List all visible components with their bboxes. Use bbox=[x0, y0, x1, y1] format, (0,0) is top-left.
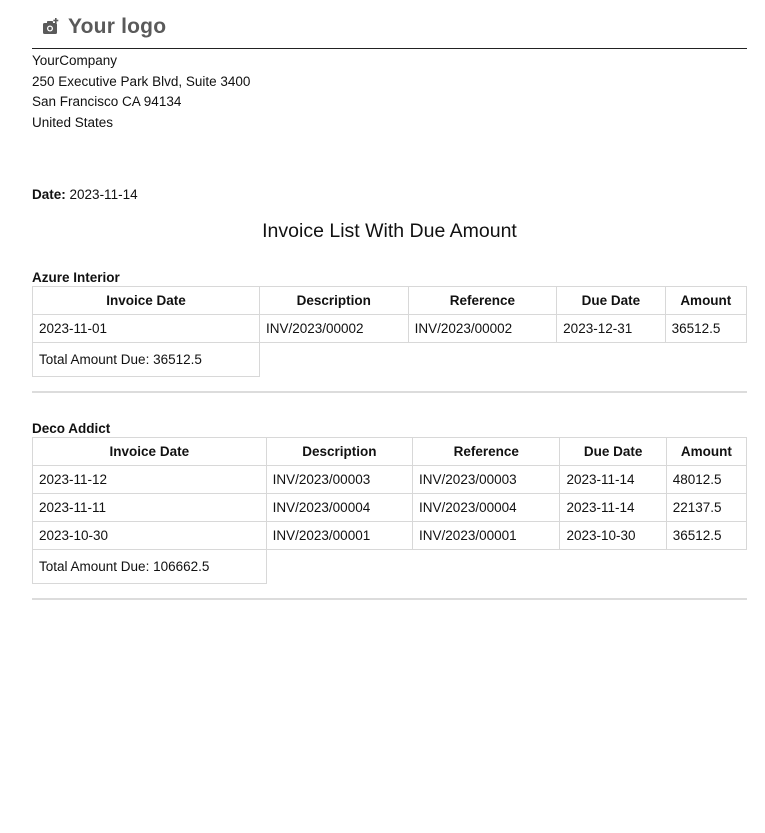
table-cell: 36512.5 bbox=[665, 521, 748, 550]
column-header: Description bbox=[258, 286, 409, 315]
table-cell: 2023-11-01 bbox=[32, 314, 260, 343]
table-cell: INV/2023/00002 bbox=[258, 314, 409, 343]
table-cell: INV/2023/00003 bbox=[412, 465, 561, 494]
table-cell: 2023-10-30 bbox=[32, 521, 267, 550]
invoice-table: Invoice Date Description Reference Due Date… bbox=[32, 437, 748, 584]
total-amount-due: Total Amount Due: 36512.5 bbox=[32, 342, 260, 377]
camera-plus-icon bbox=[42, 18, 60, 36]
partner-name: Azure Interior bbox=[32, 270, 120, 285]
table-cell: INV/2023/00001 bbox=[412, 521, 561, 550]
table-cell: 2023-12-31 bbox=[556, 314, 666, 343]
table-cell: INV/2023/00004 bbox=[412, 493, 561, 522]
total-row-spacer bbox=[259, 343, 746, 377]
table-cell: INV/2023/00004 bbox=[265, 493, 414, 522]
table-cell: 2023-11-14 bbox=[559, 465, 667, 494]
address-country: United States bbox=[32, 114, 114, 130]
column-header: Amount bbox=[665, 437, 748, 466]
partner-sections: Azure Interior Invoice Date Description Ref… bbox=[32, 270, 748, 600]
date-label: Date: bbox=[32, 187, 66, 202]
company-address: YourCompany 250 Executive Park Blvd, Sui… bbox=[32, 51, 747, 133]
table-cell: 36512.5 bbox=[664, 314, 748, 343]
table-row: 2023-11-12 INV/2023/00003 INV/2023/00003 20… bbox=[32, 465, 748, 494]
logo-text: Your logo bbox=[68, 15, 167, 38]
table-header-row: Invoice Date Description Reference Due Date… bbox=[32, 437, 748, 466]
total-row: Total Amount Due: 106662.5 bbox=[32, 549, 747, 584]
report-header: Your logo bbox=[32, 0, 747, 49]
table-cell: 48012.5 bbox=[665, 465, 748, 494]
column-header: Amount bbox=[664, 286, 748, 315]
company-logo: Your logo bbox=[42, 15, 166, 39]
column-header: Invoice Date bbox=[32, 437, 267, 466]
table-cell: INV/2023/00001 bbox=[265, 521, 414, 550]
section-divider bbox=[32, 391, 747, 393]
total-row-spacer bbox=[266, 550, 746, 584]
total-amount-due: Total Amount Due: 106662.5 bbox=[32, 549, 267, 584]
partner-section: Azure Interior Invoice Date Description Ref… bbox=[32, 270, 748, 393]
invoice-report: Your logo YourCompany 250 Executive Park… bbox=[32, 0, 748, 600]
table-cell: 2023-10-30 bbox=[559, 521, 667, 550]
table-row: 2023-11-01 INV/2023/00002 INV/2023/00002 20… bbox=[32, 314, 748, 343]
table-cell: 2023-11-11 bbox=[32, 493, 267, 522]
table-row: 2023-10-30 INV/2023/00001 INV/2023/00001 20… bbox=[32, 521, 748, 550]
partner-name: Deco Addict bbox=[32, 421, 111, 436]
page-title: Invoice List With Due Amount bbox=[262, 220, 517, 242]
invoice-table: Invoice Date Description Reference Due Date… bbox=[32, 286, 748, 377]
column-header: Due Date bbox=[559, 437, 667, 466]
report-date: Date: 2023-11-14 bbox=[32, 187, 747, 202]
column-header: Due Date bbox=[556, 286, 666, 315]
section-divider bbox=[32, 598, 747, 600]
address-line-2: San Francisco CA 94134 bbox=[32, 94, 182, 109]
table-cell: INV/2023/00002 bbox=[407, 314, 558, 343]
company-name: YourCompany bbox=[32, 53, 118, 68]
column-header: Reference bbox=[407, 286, 558, 315]
table-cell: INV/2023/00003 bbox=[265, 465, 414, 494]
column-header: Reference bbox=[412, 437, 561, 466]
table-cell: 2023-11-12 bbox=[32, 465, 267, 494]
column-header: Description bbox=[265, 437, 414, 466]
partner-section: Deco Addict Invoice Date Description Refere… bbox=[32, 421, 748, 600]
date-value: 2023-11-14 bbox=[69, 187, 138, 202]
table-cell: 2023-11-14 bbox=[559, 493, 667, 522]
table-header-row: Invoice Date Description Reference Due Date… bbox=[32, 286, 748, 315]
table-cell: 22137.5 bbox=[665, 493, 748, 522]
column-header: Invoice Date bbox=[32, 286, 260, 315]
table-row: 2023-11-11 INV/2023/00004 INV/2023/00004 20… bbox=[32, 493, 748, 522]
total-row: Total Amount Due: 36512.5 bbox=[32, 342, 747, 377]
address-line-1: 250 Executive Park Blvd, Suite 3400 bbox=[32, 73, 251, 89]
